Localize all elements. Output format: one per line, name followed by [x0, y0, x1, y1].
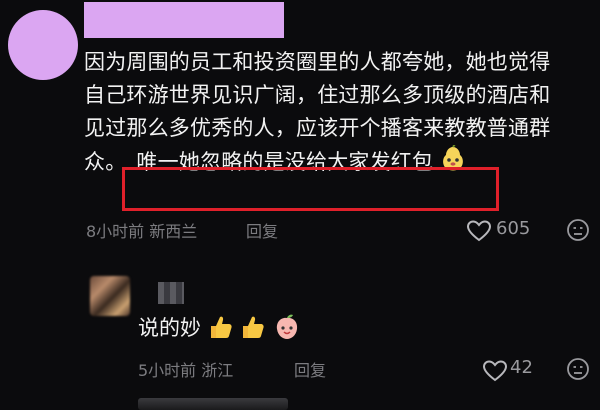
reply-time-location: 5小时前 浙江: [138, 361, 234, 380]
heart-icon[interactable]: [482, 360, 508, 386]
comment-line: 因为周围的员工和投资圈里的人都夸她，她也觉得: [84, 50, 551, 74]
dislike-face-icon[interactable]: [566, 218, 590, 246]
like-count: 42: [510, 357, 533, 378]
comment-line: 见过那么多优秀的人，应该开个播客来教教普通群: [84, 116, 551, 140]
avatar[interactable]: [8, 10, 78, 80]
reply-username-redacted[interactable]: [158, 282, 184, 304]
next-comment-cutoff: [138, 398, 288, 410]
comment-time-location: 8小时前 新西兰: [86, 222, 198, 241]
dislike-face-icon[interactable]: [566, 357, 590, 385]
heart-icon[interactable]: [466, 220, 492, 246]
highlight-box: [122, 167, 499, 211]
like-count: 605: [496, 218, 531, 239]
comment-text: 因为周围的员工和投资圈里的人都夸她，她也觉得 自己环游世界见识广阔，住过那么多顶…: [84, 46, 596, 181]
comment-line: 自己环游世界见识广阔，住过那么多顶级的酒店和: [84, 83, 551, 107]
peach-face-emoji-icon: [273, 313, 301, 346]
reply-button[interactable]: 回复: [294, 357, 326, 381]
reply-avatar[interactable]: [90, 276, 130, 316]
comment-line-end: 众。: [84, 150, 127, 174]
reply-comment: 说的妙: [138, 312, 301, 346]
thumbs-up-icon: [208, 314, 234, 345]
thumbs-up-icon: [240, 314, 266, 345]
reply-button[interactable]: 回复: [246, 218, 278, 242]
username-redacted[interactable]: [84, 2, 284, 38]
reply-comment-text: 说的妙: [138, 316, 201, 340]
